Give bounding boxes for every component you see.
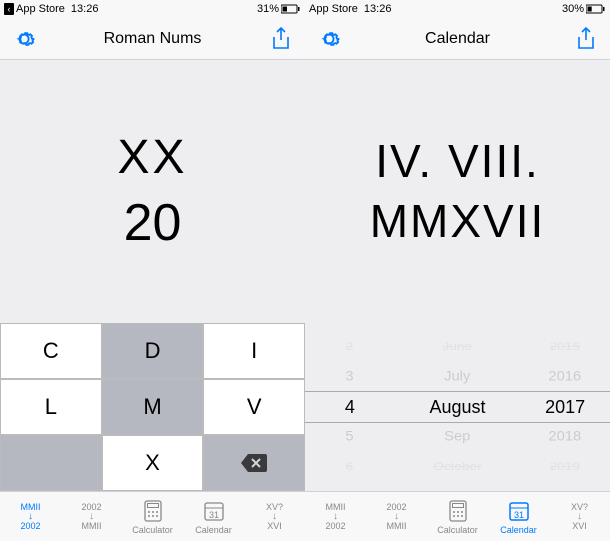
picker-day-selected: 4 [345, 395, 355, 419]
tab-arabic-to-roman[interactable]: 2002↓MMII [366, 492, 427, 541]
date-picker[interactable]: 2 3 4 5 6 June July August Sep October 2… [305, 323, 610, 491]
key-v[interactable]: V [203, 379, 305, 435]
phone-calendar: App Store 13:26 30% Calendar IV. VIII. M… [305, 0, 610, 541]
status-bar: App Store 13:26 30% [305, 0, 610, 18]
share-button[interactable] [267, 27, 295, 51]
page-title: Roman Nums [38, 30, 267, 48]
key-x[interactable]: X [102, 435, 204, 491]
tab-roman-to-arabic[interactable]: MMII↓2002 [0, 492, 61, 541]
share-icon [576, 27, 596, 51]
picker-year[interactable]: 2015 2016 2017 2018 2019 [520, 323, 610, 491]
key-m[interactable]: M [102, 379, 204, 435]
date-display: IV. VIII. MMXVII [305, 60, 610, 323]
tab-bar: MMII↓2002 2002↓MMII Calculator 31 Calend… [0, 491, 305, 541]
tab-label: Calculator [132, 525, 173, 535]
calendar-icon: 31 [508, 498, 530, 524]
share-button[interactable] [572, 27, 600, 51]
calendar-icon: 31 [203, 498, 225, 524]
tab-calendar[interactable]: 31 Calendar [183, 492, 244, 541]
roman-date-output: IV. VIII. MMXVII [305, 132, 610, 252]
tab-label: Calendar [195, 525, 232, 535]
gear-icon [13, 28, 35, 50]
battery-percent: 31% [257, 3, 279, 15]
key-i[interactable]: I [203, 323, 305, 379]
battery-icon [281, 4, 301, 14]
status-time: 13:26 [364, 3, 392, 15]
tab-quiz[interactable]: XV?↓XVI [244, 492, 305, 541]
picker-day[interactable]: 2 3 4 5 6 [305, 323, 395, 491]
tab-label: Calculator [437, 525, 478, 535]
tab-bar: MMII↓2002 2002↓MMII Calculator 31 Calend… [305, 491, 610, 541]
page-title: Calendar [343, 30, 572, 48]
picker-year-selected: 2017 [545, 395, 585, 419]
picker-month[interactable]: June July August Sep October [395, 323, 521, 491]
picker-month-selected: August [429, 395, 485, 419]
nav-bar: Calendar [305, 18, 610, 60]
key-backspace[interactable] [203, 435, 305, 491]
back-to-app-icon[interactable]: ‹ [4, 3, 14, 15]
tab-calculator[interactable]: Calculator [427, 492, 488, 541]
arabic-output: 20 [124, 193, 182, 253]
backspace-icon [241, 454, 267, 472]
svg-text:31: 31 [208, 510, 218, 520]
key-l[interactable]: L [0, 379, 102, 435]
calculator-icon [448, 498, 468, 524]
nav-bar: Roman Nums [0, 18, 305, 60]
status-app[interactable]: App Store [309, 3, 358, 15]
share-icon [271, 27, 291, 51]
gear-icon [318, 28, 340, 50]
status-bar: ‹ App Store 13:26 31% [0, 0, 305, 18]
roman-keyboard: C D I L M V X [0, 323, 305, 491]
key-empty [0, 435, 102, 491]
svg-text:31: 31 [513, 510, 523, 520]
key-d[interactable]: D [102, 323, 204, 379]
tab-arabic-to-roman[interactable]: 2002↓MMII [61, 492, 122, 541]
tab-roman-to-arabic[interactable]: MMII↓2002 [305, 492, 366, 541]
settings-button[interactable] [10, 28, 38, 50]
phone-roman-nums: ‹ App Store 13:26 31% Roman Nums XX 20 C [0, 0, 305, 541]
battery-percent: 30% [562, 3, 584, 15]
conversion-display: XX 20 [0, 60, 305, 323]
tab-calendar[interactable]: 31 Calendar [488, 492, 549, 541]
roman-output: XX [117, 130, 187, 185]
calculator-icon [143, 498, 163, 524]
battery-icon [586, 4, 606, 14]
settings-button[interactable] [315, 28, 343, 50]
status-time: 13:26 [71, 3, 99, 15]
tab-quiz[interactable]: XV?↓XVI [549, 492, 610, 541]
status-app[interactable]: App Store [16, 3, 65, 15]
tab-calculator[interactable]: Calculator [122, 492, 183, 541]
key-c[interactable]: C [0, 323, 102, 379]
tab-label: Calendar [500, 525, 537, 535]
